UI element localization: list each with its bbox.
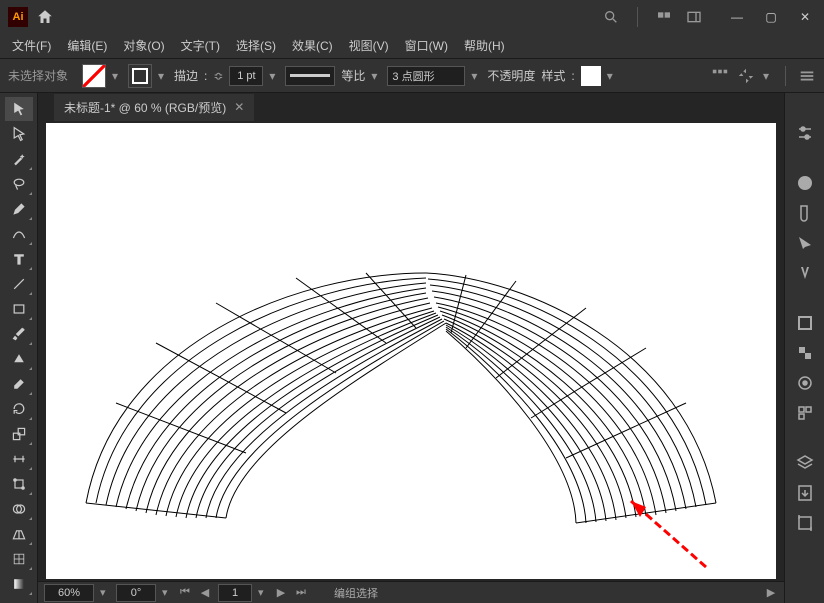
menu-effect[interactable]: 效果(C) [286,34,339,57]
fill-swatch[interactable] [82,64,106,88]
document-tab[interactable]: 未标题-1* @ 60 % (RGB/预览) ✕ [54,94,254,121]
menu-object[interactable]: 对象(O) [117,34,170,57]
prev-page-icon[interactable]: ◀ [198,586,212,599]
separator [637,7,638,27]
shaper-tool[interactable] [5,347,33,371]
opacity-label: 不透明度 [487,67,535,84]
minimize-button[interactable]: — [726,6,748,28]
shape-builder-tool[interactable] [5,497,33,521]
mode-label: 编组选择 [334,585,378,601]
menu-icon[interactable] [798,67,816,85]
canvas[interactable] [46,123,776,579]
separator [785,66,786,86]
first-page-icon[interactable]: ⏮ [178,586,192,599]
properties-icon[interactable] [795,123,815,143]
menu-text[interactable]: 文字(T) [175,34,226,57]
chevron-down-icon[interactable]: ▾ [162,586,172,599]
appearance-icon[interactable] [795,373,815,393]
paintbrush-tool[interactable] [5,322,33,346]
swatches-icon[interactable] [795,203,815,223]
stroke-panel-icon[interactable] [795,313,815,333]
close-button[interactable]: ✕ [794,6,816,28]
rotate-tool[interactable] [5,397,33,421]
chevron-down-icon[interactable]: ▾ [112,69,122,83]
eraser-tool[interactable] [5,372,33,396]
variable-width-input[interactable] [387,66,465,86]
app-icon: Ai [8,7,28,27]
zoom-input[interactable] [44,584,94,602]
lasso-tool[interactable] [5,172,33,196]
width-tool[interactable] [5,447,33,471]
perspective-tool[interactable] [5,522,33,546]
stroke-stepper[interactable]: ≎ [213,69,223,83]
menu-window[interactable]: 窗口(W) [399,34,454,57]
graphic-styles-icon[interactable] [795,403,815,423]
transform-icon[interactable] [737,67,755,85]
annotation-arrow [596,489,716,569]
menu-select[interactable]: 选择(S) [230,34,282,57]
menu-file[interactable]: 文件(F) [6,34,57,57]
maximize-button[interactable]: ▢ [760,6,782,28]
menu-edit[interactable]: 编辑(E) [61,34,113,57]
asset-export-icon[interactable] [795,483,815,503]
artboards-icon[interactable] [795,513,815,533]
mesh-tool[interactable] [5,547,33,571]
chevron-down-icon[interactable]: ▾ [100,586,110,599]
next-page-icon[interactable]: ▶ [274,586,288,599]
nav-next-icon[interactable]: ▶ [764,586,778,599]
brushes-icon[interactable] [795,233,815,253]
selection-label: 未选择对象 [8,67,68,84]
layers-icon[interactable] [795,453,815,473]
document-tab-title: 未标题-1* @ 60 % (RGB/预览) [64,99,226,116]
close-icon[interactable]: ✕ [234,100,244,114]
chevron-down-icon[interactable]: ▾ [258,586,268,599]
home-icon[interactable] [36,8,54,26]
type-panel-icon[interactable] [795,263,815,283]
stroke-weight-input[interactable] [229,66,263,86]
stroke-swatch[interactable] [128,64,152,88]
transparency-icon[interactable] [795,343,815,363]
gradient-tool[interactable] [5,572,33,596]
free-transform-tool[interactable] [5,472,33,496]
direct-selection-tool[interactable] [5,122,33,146]
search-icon[interactable] [603,9,619,25]
menu-view[interactable]: 视图(V) [343,34,395,57]
color-icon[interactable] [795,173,815,193]
line-tool[interactable] [5,272,33,296]
pen-tool[interactable] [5,197,33,221]
style-label: 样式 [541,67,565,84]
layout-grid-icon[interactable] [656,9,672,25]
toolbox [0,93,38,603]
type-tool[interactable] [5,247,33,271]
last-page-icon[interactable]: ⏭ [294,586,308,599]
magic-wand-tool[interactable] [5,147,33,171]
style-swatch[interactable] [581,66,601,86]
rotation-input[interactable] [116,584,156,602]
menu-help[interactable]: 帮助(H) [458,34,511,57]
artboard-input[interactable] [218,584,252,602]
chevron-down-icon[interactable]: ▾ [763,69,773,83]
chevron-down-icon[interactable]: ▾ [158,69,168,83]
layout-panel-icon[interactable] [686,9,702,25]
curvature-tool[interactable] [5,222,33,246]
right-panel-strip [784,93,824,603]
chevron-down-icon[interactable]: ▾ [471,69,481,83]
selection-tool[interactable] [5,97,33,121]
stroke-profile-preview[interactable] [285,66,335,86]
profile-label: 等比 [341,67,365,84]
chevron-down-icon[interactable]: ▾ [607,69,617,83]
align-icon[interactable] [711,67,729,85]
scale-tool[interactable] [5,422,33,446]
chevron-down-icon[interactable]: ▾ [371,69,381,83]
stroke-label: 描边 [174,67,198,84]
chevron-down-icon[interactable]: ▾ [269,69,279,83]
rectangle-tool[interactable] [5,297,33,321]
